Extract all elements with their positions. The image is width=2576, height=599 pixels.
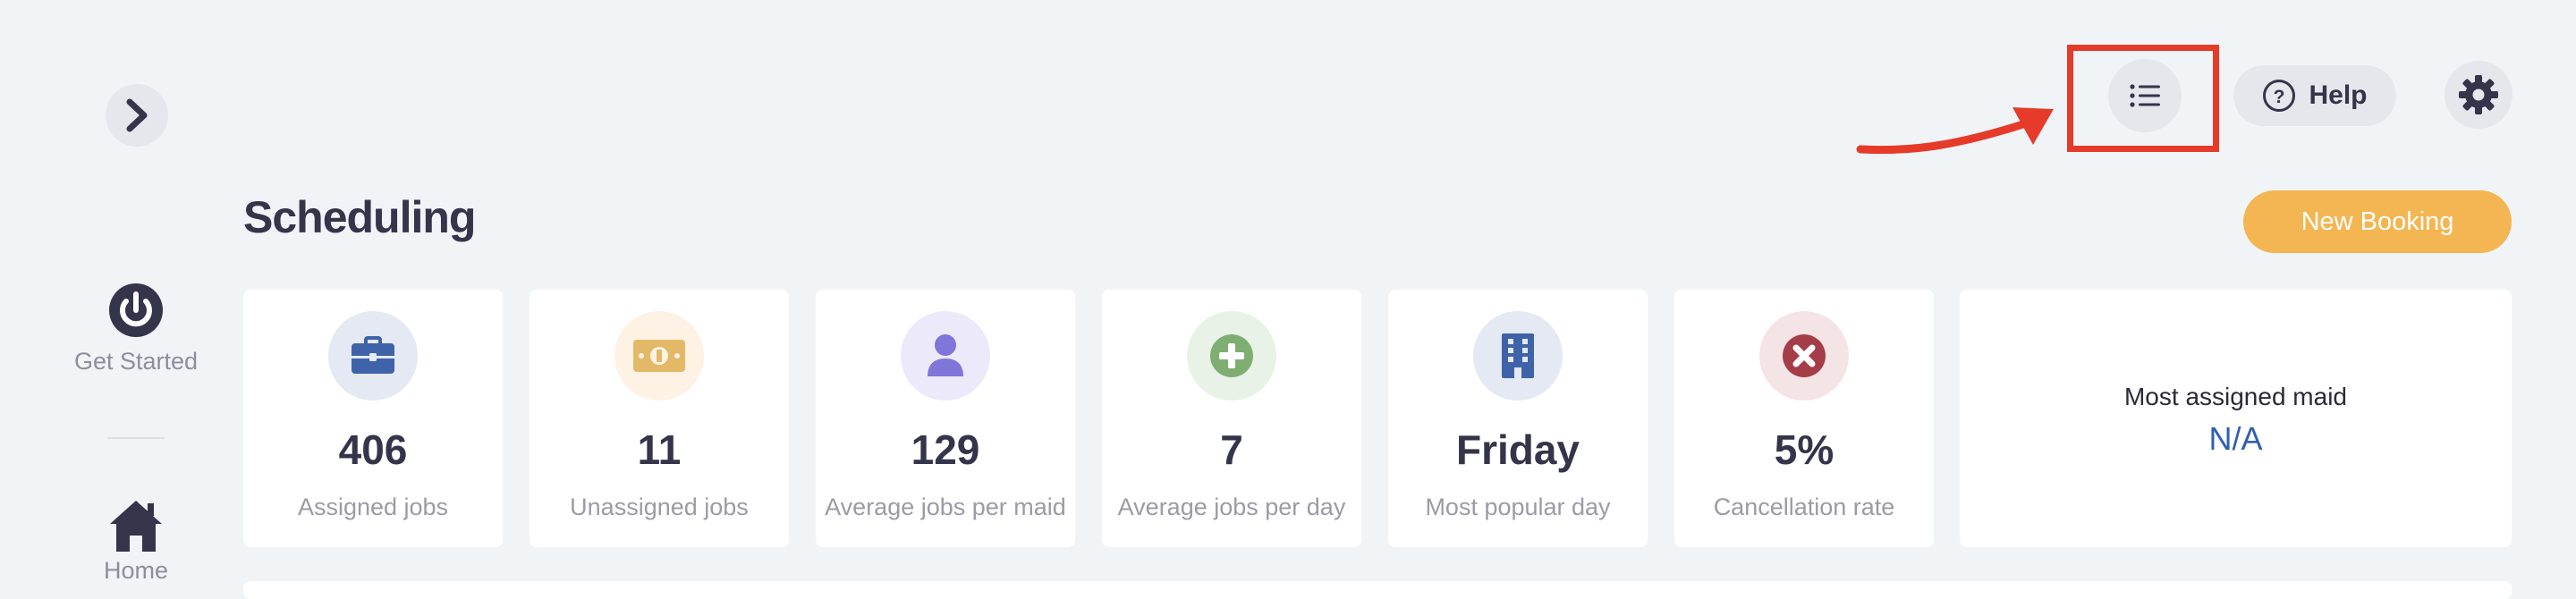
briefcase-icon xyxy=(352,336,394,374)
sidebar: Get Started Home xyxy=(0,0,268,590)
building-icon xyxy=(1502,333,1534,378)
money-icon xyxy=(633,340,685,372)
sidebar-item-label: Get Started xyxy=(73,348,199,375)
question-circle-icon: ? xyxy=(2263,80,2296,112)
page-title: Scheduling xyxy=(243,192,476,242)
sidebar-item-home[interactable]: Home xyxy=(54,498,218,585)
stat-value: 5% xyxy=(1774,426,1835,473)
annotation-arrow xyxy=(1856,107,2054,155)
sidebar-item-label: Home xyxy=(103,557,169,584)
new-booking-button[interactable]: New Booking xyxy=(2243,190,2512,253)
stat-label: Cancellation rate xyxy=(1713,494,1895,520)
expand-sidebar-button[interactable] xyxy=(106,84,168,147)
stat-label: Assigned jobs xyxy=(297,494,449,520)
stat-card-unassigned-jobs: 11 Unassigned jobs xyxy=(530,290,789,547)
most-assigned-maid-card: Most assigned maid N/A xyxy=(1960,290,2512,547)
most-assigned-maid-value: N/A xyxy=(2208,420,2263,457)
plus-circle-icon xyxy=(1210,334,1253,377)
stat-value: 406 xyxy=(338,426,408,473)
stat-icon-wrap xyxy=(1473,311,1563,401)
stat-card-most-popular-day: Friday Most popular day xyxy=(1388,290,1648,547)
settings-button[interactable] xyxy=(2445,61,2512,129)
stat-label: Most popular day xyxy=(1425,494,1611,520)
list-view-button[interactable] xyxy=(2108,59,2182,132)
stat-icon-wrap xyxy=(1759,311,1849,401)
help-label: Help xyxy=(2309,80,2368,110)
stat-card-average-jobs-per-day: 7 Average jobs per day xyxy=(1102,290,1361,547)
gear-icon xyxy=(2459,75,2498,114)
stat-card-assigned-jobs: 406 Assigned jobs xyxy=(243,290,503,547)
stat-value: Friday xyxy=(1455,426,1580,473)
home-icon xyxy=(110,501,162,552)
stat-label: Unassigned jobs xyxy=(570,494,749,520)
content-panel xyxy=(243,581,2512,599)
stat-label: Average jobs per maid xyxy=(825,494,1066,520)
power-icon xyxy=(109,283,163,337)
stat-label: Average jobs per day xyxy=(1117,494,1346,520)
stat-icon-wrap xyxy=(328,311,418,401)
stat-value: 11 xyxy=(637,426,682,473)
stat-icon-wrap xyxy=(614,311,704,401)
sidebar-item-get-started[interactable]: Get Started xyxy=(54,282,218,375)
user-icon xyxy=(928,334,963,376)
x-circle-icon xyxy=(1783,334,1826,377)
stat-card-average-jobs-per-maid: 129 Average jobs per maid xyxy=(816,290,1075,547)
help-button[interactable]: ? Help xyxy=(2233,65,2396,126)
stat-value: 7 xyxy=(1220,426,1243,473)
sidebar-divider xyxy=(107,437,165,439)
most-assigned-maid-label: Most assigned maid xyxy=(2123,383,2347,410)
stat-value: 129 xyxy=(911,426,980,473)
stat-icon-wrap xyxy=(901,311,990,401)
chevron-right-icon xyxy=(126,98,148,132)
list-icon xyxy=(2130,84,2160,107)
stat-card-cancellation-rate: 5% Cancellation rate xyxy=(1674,290,1934,547)
stat-icon-wrap xyxy=(1187,311,1276,401)
svg-text:?: ? xyxy=(2274,87,2285,107)
